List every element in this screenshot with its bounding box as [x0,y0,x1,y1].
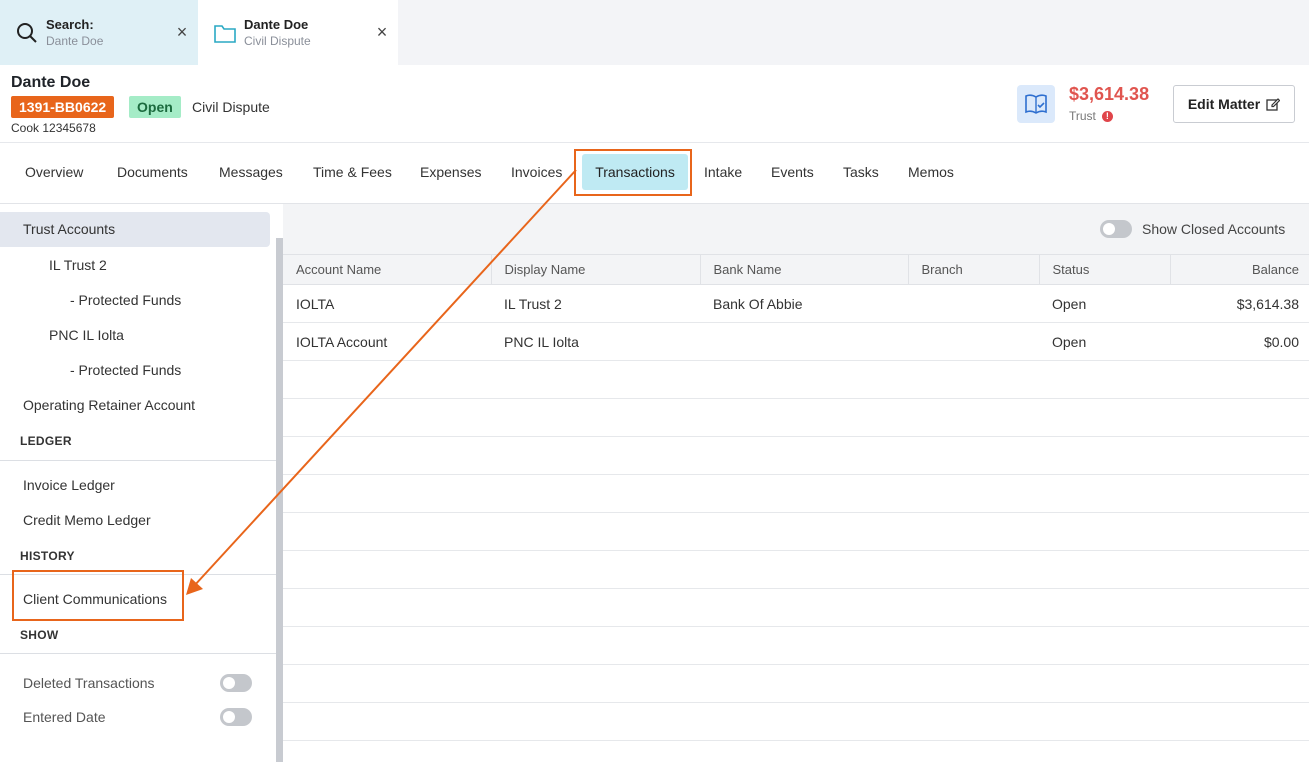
trust-balance: $3,614.38 [1069,84,1150,104]
nav-intake[interactable]: Intake [704,164,742,180]
matter-responsible: Cook 12345678 [11,121,96,135]
section-header-ledger: LEDGER [20,434,72,448]
cell-bank-name: Bank Of Abbie [700,284,908,323]
cell-branch [908,284,1039,323]
show-closed-accounts-label: Show Closed Accounts [1142,221,1286,237]
nav-time-fees[interactable]: Time & Fees [313,164,392,180]
matter-type: Civil Dispute [192,99,270,115]
nav-expenses[interactable]: Expenses [420,164,481,180]
show-closed-accounts-toggle[interactable] [1100,220,1132,238]
edit-matter-label: Edit Matter [1187,96,1261,112]
empty-row [283,626,1309,665]
search-icon [16,22,38,44]
nav-events[interactable]: Events [771,164,814,180]
section-header-show: SHOW [20,628,59,642]
panel-toolbar: Show Closed Accounts [283,204,1309,254]
cell-account-name: IOLTA Account [283,322,491,361]
sidebar-item-operating-retainer[interactable]: Operating Retainer Account [23,397,195,413]
show-closed-accounts: Show Closed Accounts [1100,220,1285,238]
column-header-bank-name[interactable]: Bank Name [700,254,909,285]
alert-icon: ! [1101,110,1113,122]
deleted-transactions-toggle[interactable] [220,674,252,692]
empty-row [283,550,1309,589]
tab-title: Dante Doe [244,16,309,32]
trust-book-icon[interactable] [1017,85,1055,123]
empty-row [283,588,1309,627]
nav-documents[interactable]: Documents [117,164,188,180]
deleted-transactions-label: Deleted Transactions [23,675,155,691]
table-header-row: Account Name Display Name Bank Name Bran… [283,254,1309,285]
cell-bank-name [700,322,908,361]
cell-display-name: IL Trust 2 [491,284,700,323]
sidebar-item-client-communications[interactable]: Client Communications [23,591,167,607]
tab-matter[interactable]: Dante Doe Civil Dispute × [198,0,398,65]
cell-status: Open [1039,284,1170,323]
trust-accounts-panel: Show Closed Accounts Account Name Displa… [283,204,1309,762]
table-row[interactable]: IOLTA IL Trust 2 Bank Of Abbie Open $3,6… [283,284,1309,323]
close-icon[interactable]: × [374,22,390,42]
table-row[interactable]: IOLTA Account PNC IL Iolta Open $0.00 [283,322,1309,361]
accounts-table: Account Name Display Name Bank Name Bran… [283,254,1309,741]
empty-row [283,474,1309,513]
folder-icon [214,22,236,44]
matter-header: Dante Doe 1391-BB0622 Open Civil Dispute… [0,65,1309,143]
nav-overview[interactable]: Overview [25,164,83,180]
tab-bar: Search: Dante Doe × Dante Doe Civil Disp… [0,0,1309,65]
sidebar-item-pnc-il-iolta[interactable]: PNC IL Iolta [49,327,124,343]
divider [0,460,276,461]
cell-branch [908,322,1039,361]
empty-row [283,398,1309,437]
nav-messages[interactable]: Messages [219,164,283,180]
matter-nav: Overview Documents Messages Time & Fees … [0,143,1309,204]
tab-title: Search: [46,16,94,32]
tab-search[interactable]: Search: Dante Doe × [0,0,198,65]
empty-row [283,436,1309,475]
sidebar-item-invoice-ledger[interactable]: Invoice Ledger [23,477,115,493]
sidebar-item-credit-memo-ledger[interactable]: Credit Memo Ledger [23,512,151,528]
cell-status: Open [1039,322,1170,361]
empty-row [283,360,1309,399]
divider [0,574,276,575]
status-badge: Open [129,96,181,118]
entered-date-label: Entered Date [23,709,106,725]
sidebar-item-il-trust-2[interactable]: IL Trust 2 [49,257,107,273]
column-header-account-name[interactable]: Account Name [283,254,492,285]
cell-balance: $3,614.38 [1170,284,1309,323]
column-header-status[interactable]: Status [1039,254,1171,285]
column-header-display-name[interactable]: Display Name [491,254,701,285]
empty-row [283,664,1309,703]
edit-matter-button[interactable]: Edit Matter [1173,85,1295,123]
empty-row [283,512,1309,551]
nav-transactions[interactable]: Transactions [582,154,688,190]
tab-subtitle: Civil Dispute [244,33,311,48]
section-header-history: HISTORY [20,549,75,563]
trust-label: Trust [1069,109,1096,123]
sidebar-item-protected-funds[interactable]: - Protected Funds [70,362,181,378]
divider [0,653,276,654]
entered-date-toggle[interactable] [220,708,252,726]
cell-balance: $0.00 [1170,322,1309,361]
nav-memos[interactable]: Memos [908,164,954,180]
close-icon[interactable]: × [174,22,190,42]
cell-account-name: IOLTA [283,284,491,323]
tab-subtitle: Dante Doe [46,33,104,48]
sidebar: Trust Accounts IL Trust 2 - Protected Fu… [0,204,283,762]
column-header-branch[interactable]: Branch [908,254,1040,285]
sidebar-scrollbar[interactable] [276,238,283,762]
empty-row [283,702,1309,741]
client-name: Dante Doe [11,74,91,91]
matter-id-badge: 1391-BB0622 [11,96,115,118]
column-header-balance[interactable]: Balance [1170,254,1309,285]
trust-label-row: Trust ! [1069,109,1113,123]
sidebar-item-trust-accounts[interactable]: Trust Accounts [0,212,270,247]
edit-icon [1266,98,1281,111]
cell-display-name: PNC IL Iolta [491,322,700,361]
nav-invoices[interactable]: Invoices [511,164,562,180]
sidebar-item-protected-funds[interactable]: - Protected Funds [70,292,181,308]
nav-tasks[interactable]: Tasks [843,164,879,180]
